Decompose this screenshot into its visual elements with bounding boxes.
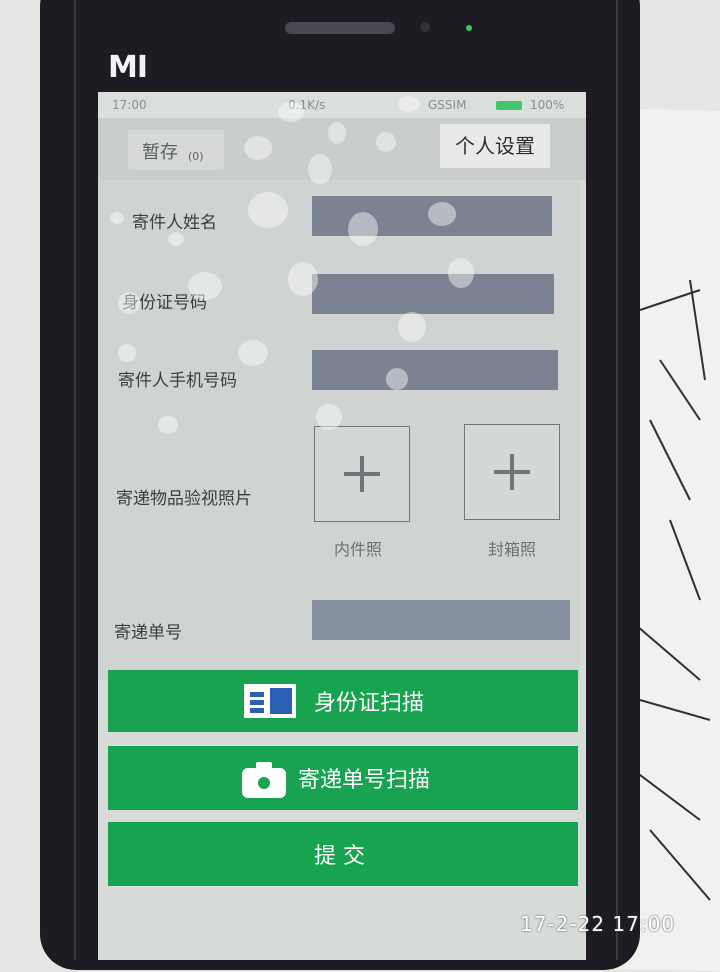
photo-label: 寄递物品验视照片: [116, 489, 252, 509]
sender-name-label: 寄件人姓名: [132, 213, 217, 233]
inner-photo-add[interactable]: [314, 426, 410, 522]
tracking-scan-label: 寄递单号扫描: [298, 768, 431, 793]
id-number-input[interactable]: [312, 274, 554, 314]
phone-screen: 17:00 0.1K/s GSSIM 100% 暂存 (0) 个人设置 寄件人姓…: [98, 92, 586, 960]
status-bar: 17:00 0.1K/s GSSIM 100%: [98, 92, 586, 118]
storage-label: 暂存: [142, 142, 178, 163]
photo-timestamp: 17-2-22 17:00: [520, 912, 676, 936]
tracking-input[interactable]: [312, 600, 570, 640]
brand-logo: MI: [108, 50, 148, 85]
tracking-label: 寄递单号: [114, 623, 182, 643]
seal-photo-add[interactable]: [464, 424, 560, 520]
id-scan-button[interactable]: 身份证扫描: [108, 670, 578, 732]
id-scan-label: 身份证扫描: [314, 691, 425, 716]
status-time: 17:00: [112, 98, 147, 112]
personal-settings-button[interactable]: 个人设置: [440, 124, 550, 168]
battery-percent: 100%: [530, 98, 565, 112]
battery-icon: [496, 101, 522, 110]
tracking-scan-button[interactable]: 寄递单号扫描: [108, 746, 578, 810]
plus-icon-vertical: [360, 456, 364, 492]
inner-photo-caption: 内件照: [334, 540, 383, 559]
storage-button[interactable]: 暂存 (0): [128, 130, 224, 170]
seal-photo-caption: 封箱照: [488, 540, 537, 559]
plus-icon-vertical: [510, 454, 514, 490]
phone-input[interactable]: [312, 350, 558, 390]
submit-label: 提 交: [314, 844, 365, 869]
earpiece-speaker: [285, 22, 395, 34]
camera-icon: [242, 762, 286, 798]
submit-button[interactable]: 提 交: [108, 822, 578, 886]
sim-indicator: GSSIM: [428, 98, 467, 112]
notification-led: [466, 25, 472, 31]
front-camera: [420, 22, 430, 32]
storage-count: (0): [188, 150, 204, 163]
phone-label: 寄件人手机号码: [118, 371, 237, 391]
form-area: 寄件人姓名 身份证号码 寄件人手机号码 寄递物品验视照片 内件照 封箱照 寄递单…: [98, 180, 586, 960]
id-card-icon: [244, 684, 296, 718]
